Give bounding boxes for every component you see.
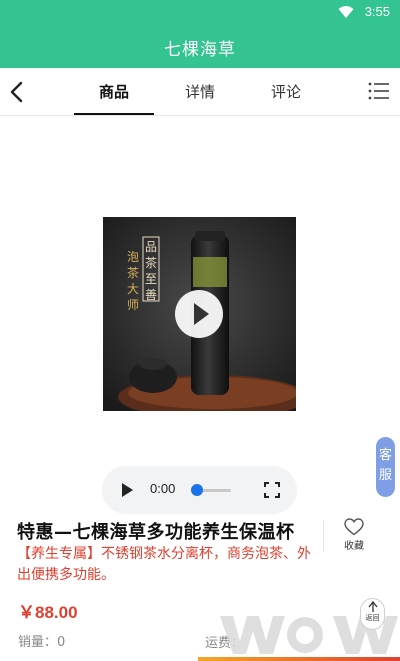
arrow-up-icon: [367, 601, 378, 612]
svg-text:师: 师: [127, 298, 139, 312]
favorite-label: 收藏: [344, 541, 364, 552]
play-icon[interactable]: [175, 290, 223, 338]
product-price: ￥88.00: [18, 603, 78, 622]
list-menu-icon[interactable]: [368, 81, 390, 101]
tab-reviews[interactable]: 评论: [246, 81, 326, 102]
app-bar: 七棵海草: [0, 24, 400, 68]
current-time: 0:00: [150, 481, 176, 496]
svg-text:泡: 泡: [127, 250, 139, 264]
product-media: 品 茶 至 善 泡 茶 大 师: [0, 117, 400, 515]
active-tab-indicator: [74, 113, 154, 115]
svg-text:茶: 茶: [127, 265, 139, 280]
wifi-icon: [338, 6, 354, 18]
favorite-button[interactable]: 收藏: [336, 518, 372, 558]
divider: [323, 520, 324, 552]
bottom-action-bar: [198, 657, 400, 661]
status-time: 3:55: [364, 4, 390, 19]
customer-service-label-2: 服: [378, 468, 392, 483]
svg-text:善: 善: [145, 287, 157, 302]
heart-icon: [344, 518, 364, 536]
svg-text:茶: 茶: [145, 255, 157, 270]
svg-text:品: 品: [145, 240, 157, 254]
tab-details[interactable]: 详情: [160, 81, 240, 102]
product-title: 特惠—七棵海草多功能养生保温杯: [17, 522, 295, 543]
customer-service-button[interactable]: 客 服: [376, 437, 395, 497]
back-to-top-label: 返回: [365, 614, 380, 622]
app-title: 七棵海草: [164, 40, 236, 60]
svg-text:大: 大: [127, 282, 139, 296]
sales-count: 销量：0: [18, 635, 66, 650]
progress-knob[interactable]: [191, 484, 203, 496]
fullscreen-icon[interactable]: [264, 482, 280, 498]
back-to-top-button[interactable]: 返回: [360, 598, 385, 630]
product-image: 品 茶 至 善 泡 茶 大 师: [103, 217, 296, 411]
play-button[interactable]: [122, 483, 133, 497]
status-bar: 3:55: [0, 0, 400, 24]
svg-text:至: 至: [145, 272, 157, 286]
product-description: 【养生专属】不锈钢茶水分离杯，商务泡茶、外出便携多功能。: [17, 546, 311, 583]
media-controls: 0:00: [102, 466, 297, 514]
chevron-left-icon[interactable]: [6, 78, 30, 106]
tab-bar: 商品 详情 评论: [0, 68, 400, 116]
customer-service-label-1: 客: [378, 448, 392, 463]
tab-goods[interactable]: 商品: [74, 81, 154, 102]
